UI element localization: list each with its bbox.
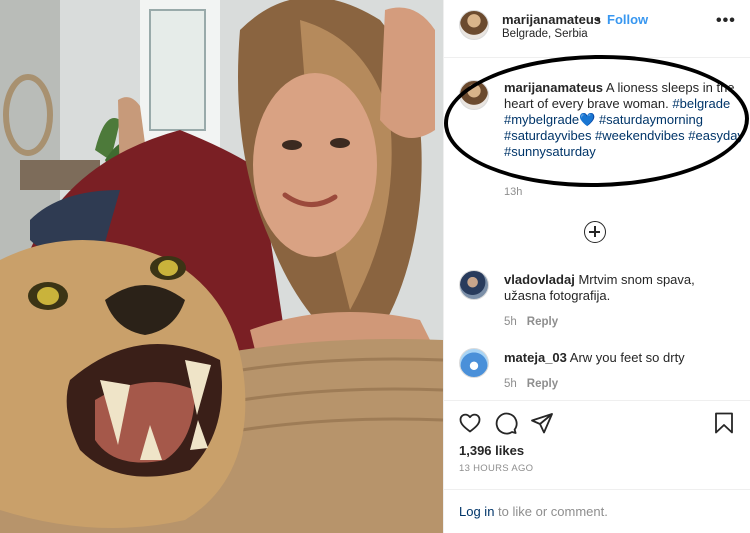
commenter-avatar[interactable] [459,348,489,378]
caption-text: marijanamateus A lioness sleeps in the h… [504,80,749,160]
heart-icon[interactable] [458,411,482,435]
reply-button[interactable]: Reply [527,378,558,390]
post-details-panel: marijanamateus • Follow Belgrade, Serbia… [442,0,750,533]
login-link[interactable]: Log in [459,504,494,519]
caption-time: 13h [504,186,523,198]
comment-username[interactable]: vladovladaj [504,272,575,287]
header-separator: • [596,12,601,27]
paper-plane-icon[interactable] [530,411,554,435]
follow-button[interactable]: Follow [607,12,648,27]
caption-username[interactable]: marijanamateus [504,80,603,95]
author-avatar[interactable] [459,10,489,40]
likes-count[interactable]: 1,396 likes [459,443,524,458]
post-timestamp[interactable]: 13 HOURS AGO [459,463,533,474]
login-prompt-text: to like or comment. [494,504,608,519]
bookmark-icon[interactable] [712,411,736,435]
comment-text: mateja_03 Arw you feet so drty [504,350,739,366]
login-prompt: Log in to like or comment. [444,489,750,533]
comment-time: 5h [504,316,517,328]
author-username[interactable]: marijanamateus [502,12,601,27]
comment-time: 5h [504,378,517,390]
post-actions: 1,396 likes 13 HOURS AGO Log in to like … [444,400,750,533]
comment-meta: 5h Reply [504,378,558,390]
post-photo-illustration [0,0,443,533]
comment-icon[interactable] [494,411,518,435]
comment-meta: 5h Reply [504,316,558,328]
more-options-icon[interactable]: ••• [716,12,736,30]
post-header: marijanamateus • Follow Belgrade, Serbia… [444,0,750,58]
commenter-avatar[interactable] [459,270,489,300]
post-location[interactable]: Belgrade, Serbia [502,28,588,40]
comment-body: Arw you feet so drty [569,350,685,365]
post-photo[interactable] [0,0,443,533]
comment-username[interactable]: mateja_03 [504,350,567,365]
plus-circle-icon[interactable] [584,221,606,243]
comment-text: vladovladaj Mrtvim snom spava, užasna fo… [504,272,739,304]
caption-avatar[interactable] [459,80,489,110]
reply-button[interactable]: Reply [527,316,558,328]
